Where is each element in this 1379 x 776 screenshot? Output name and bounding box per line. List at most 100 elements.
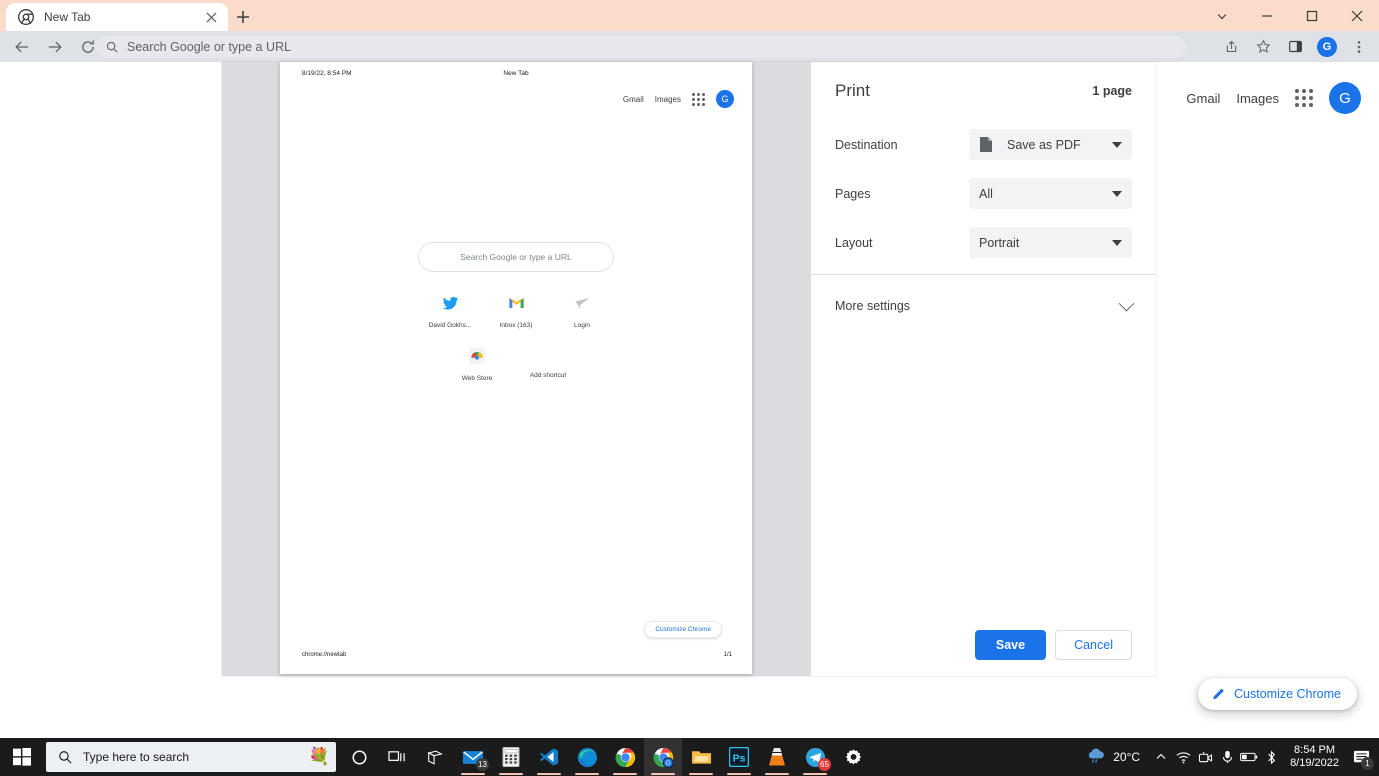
layout-label: Layout <box>835 235 873 250</box>
add-shortcut-label: Add shortcut <box>529 372 567 379</box>
save-button[interactable]: Save <box>974 630 1047 660</box>
taskbar-app-mail-icon[interactable]: 13 <box>454 738 492 776</box>
bluetooth-icon[interactable] <box>1260 738 1282 776</box>
taskbar-app-chrome-icon[interactable] <box>606 738 644 776</box>
destination-value: Save as PDF <box>1007 137 1081 152</box>
print-preview-page: 8/19/22, 8:54 PM New Tab Gmail Images G … <box>280 62 752 674</box>
preview-header-title: New Tab <box>503 70 529 77</box>
chevron-down-icon <box>1112 141 1122 148</box>
clock[interactable]: 8:54 PM 8/19/2022 <box>1290 744 1339 770</box>
telegram-badge: 65 <box>818 758 831 771</box>
taskbar-app-widgets-icon[interactable] <box>416 738 454 776</box>
preview-document-footer: chrome://newtab 1/1 <box>280 652 752 662</box>
battery-icon[interactable] <box>1238 738 1260 776</box>
print-settings-list: Destination Save as PDF Pages All Layout… <box>811 120 1156 267</box>
notification-icon[interactable]: 1 <box>1347 738 1375 776</box>
microphone-icon[interactable] <box>1216 738 1238 776</box>
print-dialog-title: Print <box>835 81 870 100</box>
taskbar-search-placeholder: Type here to search <box>83 750 190 764</box>
browser-toolbar: Search Google or type a URL G <box>0 31 1379 62</box>
forward-arrow-icon[interactable] <box>41 33 69 61</box>
preview-shortcuts-row-1: David Gokhs... Inbox (163) Login <box>427 294 605 329</box>
avatar: G <box>1317 36 1337 57</box>
preview-customize-label: Customize Chrome <box>655 626 711 633</box>
window-controls <box>1199 0 1379 31</box>
taskbar-app-chrome-profile-icon[interactable]: G <box>644 738 682 776</box>
shortcut-tile: Login <box>559 294 605 329</box>
taskbar-apps: 13 G Ps 65 <box>340 738 872 776</box>
destination-select[interactable]: Save as PDF <box>969 129 1132 160</box>
ntp-link-gmail[interactable]: Gmail <box>1186 91 1220 106</box>
ntp-top-right-links: Gmail Images G <box>1186 82 1361 114</box>
setting-row-destination: Destination Save as PDF <box>835 120 1132 169</box>
gmail-icon <box>507 294 525 312</box>
pages-select[interactable]: All <box>969 178 1132 209</box>
windows-start-icon[interactable] <box>0 738 44 776</box>
weather-widget[interactable]: 20°C <box>1086 747 1140 767</box>
taskbar-app-file-explorer-icon[interactable] <box>682 738 720 776</box>
chrome-favicon <box>18 9 34 25</box>
preview-top-right-links: Gmail Images G <box>623 90 734 108</box>
taskbar-app-vscode-icon[interactable] <box>530 738 568 776</box>
chevron-up-icon[interactable] <box>1150 738 1172 776</box>
clock-date: 8/19/2022 <box>1290 757 1339 769</box>
more-settings-label: More settings <box>835 299 911 313</box>
ntp-link-images[interactable]: Images <box>1236 91 1279 106</box>
add-shortcut-tile: Add shortcut <box>518 364 578 382</box>
pdf-document-icon <box>979 136 993 153</box>
customize-chrome-button[interactable]: Customize Chrome <box>1198 678 1357 710</box>
customize-chrome-label: Customize Chrome <box>1234 687 1341 701</box>
pencil-icon <box>1212 686 1226 703</box>
three-dot-menu-icon[interactable] <box>1345 33 1373 61</box>
taskbar-app-vlc-icon[interactable] <box>758 738 796 776</box>
new-tab-button[interactable] <box>232 6 254 28</box>
search-icon <box>106 41 118 53</box>
svg-text:G: G <box>665 760 670 767</box>
taskbar-app-calculator-icon[interactable] <box>492 738 530 776</box>
address-bar-placeholder: Search Google or type a URL <box>127 40 291 54</box>
twitter-icon <box>441 294 459 312</box>
chevron-down-icon <box>1112 190 1122 197</box>
taskbar-app-settings-gear-icon[interactable] <box>834 738 872 776</box>
side-panel-icon[interactable] <box>1281 33 1309 61</box>
taskbar-app-photoshop-icon[interactable]: Ps <box>720 738 758 776</box>
shortcut-label: Web Store <box>461 375 493 382</box>
shortcut-tile: Web Store <box>454 347 500 382</box>
minimize-button[interactable] <box>1244 0 1289 31</box>
setting-row-pages: Pages All <box>835 169 1132 218</box>
print-dialog: Print 1 page Destination Save as PDF Pag… <box>810 62 1156 676</box>
taskbar-search-box[interactable]: Type here to search 💐 <box>46 742 336 772</box>
chevron-down-icon <box>1118 295 1135 311</box>
address-bar[interactable]: Search Google or type a URL <box>96 36 1186 58</box>
pages-label: Pages <box>835 186 871 201</box>
ntp-avatar[interactable]: G <box>1329 82 1361 114</box>
profile-avatar[interactable]: G <box>1313 33 1341 61</box>
back-arrow-icon[interactable] <box>8 33 36 61</box>
setting-row-layout: Layout Portrait <box>835 218 1132 267</box>
taskbar-app-telegram-icon[interactable]: 65 <box>796 738 834 776</box>
cancel-button[interactable]: Cancel <box>1055 630 1132 660</box>
minimize-panel-icon[interactable] <box>1199 0 1244 31</box>
share-icon[interactable] <box>1217 33 1245 61</box>
tab-close-icon[interactable] <box>200 6 222 28</box>
maximize-button[interactable] <box>1289 0 1334 31</box>
camera-icon[interactable] <box>1194 738 1216 776</box>
layout-select[interactable]: Portrait <box>969 227 1132 258</box>
browser-tab[interactable]: New Tab <box>6 3 228 31</box>
preview-link-images: Images <box>654 94 681 104</box>
wifi-icon[interactable] <box>1172 738 1194 776</box>
close-window-button[interactable] <box>1334 0 1379 31</box>
taskbar-app-task-view-icon[interactable] <box>378 738 416 776</box>
windows-taskbar: Type here to search 💐 13 G Ps 65 20°C 8:… <box>0 738 1379 776</box>
apps-grid-icon[interactable] <box>1295 89 1313 107</box>
star-icon[interactable] <box>1249 33 1277 61</box>
taskbar-app-edge-icon[interactable] <box>568 738 606 776</box>
preview-avatar: G <box>716 90 734 108</box>
search-icon <box>58 750 72 764</box>
taskbar-app-cortana-icon[interactable] <box>340 738 378 776</box>
apps-grid-icon <box>692 92 705 106</box>
preview-search-placeholder: Search Google or type a URL <box>460 252 572 262</box>
more-settings-toggle[interactable]: More settings <box>811 274 1156 338</box>
preview-footer-url: chrome://newtab <box>302 652 347 658</box>
paper-plane-icon <box>573 294 591 312</box>
